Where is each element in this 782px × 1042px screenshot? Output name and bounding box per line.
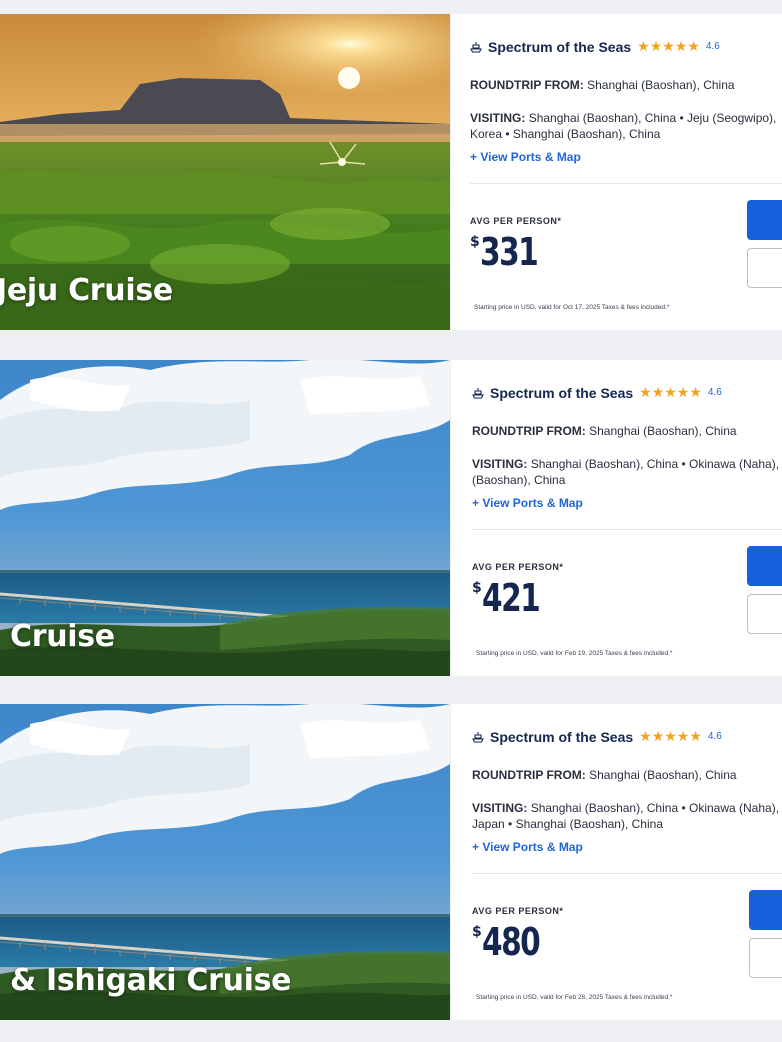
ship-name[interactable]: Spectrum of the Seas (490, 385, 633, 401)
price-currency: $ (470, 234, 480, 250)
cruise-title: Cruise (10, 619, 115, 654)
cruise-details-panel: Spectrum of the Seas ★★★★★ 4.6 ROUNDTRIP… (451, 14, 782, 330)
visiting-line-1: Shanghai (Baoshan), China • Okinawa (Nah… (530, 801, 780, 815)
price-currency: $ (472, 924, 482, 940)
price-fineprint: Starting price in USD, valid for Feb 19,… (476, 650, 673, 657)
price-amount: 421 (481, 576, 541, 620)
star-rating-icon: ★★★★★ (639, 384, 702, 400)
ship-icon (470, 41, 482, 53)
visiting-label: VISITING: (472, 801, 528, 815)
star-rating-icon: ★★★★★ (639, 728, 702, 744)
secondary-action-button[interactable] (747, 594, 782, 634)
price: $331 (470, 230, 553, 274)
roundtrip-info: ROUNDTRIP FROM: Shanghai (Baoshan), Chin… (472, 424, 737, 438)
visiting-info: VISITING: Shanghai (Baoshan), China • Je… (470, 110, 782, 142)
price-amount: 331 (479, 230, 539, 274)
price-fineprint: Starting price in USD, valid for Feb 28,… (476, 994, 673, 1001)
ship-icon (472, 387, 484, 399)
divider (472, 873, 782, 874)
roundtrip-value: Shanghai (Baoshan), China (587, 78, 735, 92)
avg-per-person-label: AVG PER PERSON* (472, 562, 564, 572)
price-currency: $ (472, 580, 482, 596)
visiting-info: VISITING: Shanghai (Baoshan), China • Ok… (472, 800, 782, 832)
visiting-line-2: Japan • Shanghai (Baoshan), China (472, 817, 663, 831)
cruise-title: Jeju Cruise (0, 273, 173, 308)
avg-per-person-label: AVG PER PERSON* (470, 216, 562, 226)
avg-per-person-label: AVG PER PERSON* (472, 906, 564, 916)
price-fineprint: Starting price in USD, valid for Oct 17,… (474, 304, 670, 311)
visiting-line-1: Shanghai (Baoshan), China • Jeju (Seogwi… (528, 111, 777, 125)
visiting-label: VISITING: (470, 111, 526, 125)
visiting-label: VISITING: (472, 457, 528, 471)
cruise-details-panel: Spectrum of the Seas ★★★★★ 4.6 ROUNDTRIP… (451, 360, 782, 676)
cruise-image[interactable]: & Ishigaki Cruise (0, 704, 450, 1020)
visiting-line-1: Shanghai (Baoshan), China • Okinawa (Nah… (530, 457, 780, 471)
ship-icon (472, 731, 484, 743)
ship-name[interactable]: Spectrum of the Seas (488, 39, 631, 55)
view-ports-map-link[interactable]: + View Ports & Map (472, 840, 583, 854)
roundtrip-value: Shanghai (Baoshan), China (589, 768, 737, 782)
ship-row: Spectrum of the Seas ★★★★★ 4.6 (472, 728, 722, 745)
divider (472, 529, 782, 530)
cruise-card[interactable]: & Ishigaki Cruise Spectrum of the Seas ★… (0, 704, 782, 1020)
cruise-image[interactable]: Cruise (0, 360, 450, 676)
ship-name[interactable]: Spectrum of the Seas (490, 729, 633, 745)
roundtrip-info: ROUNDTRIP FROM: Shanghai (Baoshan), Chin… (472, 768, 737, 782)
visiting-line-2: Korea • Shanghai (Baoshan), China (470, 127, 661, 141)
secondary-action-button[interactable] (749, 938, 782, 978)
cruise-card[interactable]: Jeju Cruise Spectrum of the Seas ★★★★★ 4… (0, 14, 782, 330)
roundtrip-label: ROUNDTRIP FROM: (472, 424, 586, 438)
ship-row: Spectrum of the Seas ★★★★★ 4.6 (470, 38, 720, 55)
price-amount: 480 (481, 920, 541, 964)
roundtrip-info: ROUNDTRIP FROM: Shanghai (Baoshan), Chin… (470, 78, 735, 92)
primary-action-button[interactable] (749, 890, 782, 930)
rating-value[interactable]: 4.6 (708, 387, 722, 398)
rating-value[interactable]: 4.6 (708, 731, 722, 742)
roundtrip-label: ROUNDTRIP FROM: (472, 768, 586, 782)
visiting-info: VISITING: Shanghai (Baoshan), China • Ok… (472, 456, 782, 488)
price: $421 (472, 576, 555, 620)
secondary-action-button[interactable] (747, 248, 782, 288)
cruise-title: & Ishigaki Cruise (10, 963, 292, 998)
visiting-line-2: (Baoshan), China (472, 473, 566, 487)
view-ports-map-link[interactable]: + View Ports & Map (472, 496, 583, 510)
roundtrip-label: ROUNDTRIP FROM: (470, 78, 584, 92)
cruise-image[interactable]: Jeju Cruise (0, 14, 450, 330)
primary-action-button[interactable] (747, 546, 782, 586)
cruise-card[interactable]: Cruise Spectrum of the Seas ★★★★★ 4.6 RO… (0, 360, 782, 676)
roundtrip-value: Shanghai (Baoshan), China (589, 424, 737, 438)
divider (470, 183, 782, 184)
price: $480 (472, 920, 555, 964)
primary-action-button[interactable] (747, 200, 782, 240)
cruise-details-panel: Spectrum of the Seas ★★★★★ 4.6 ROUNDTRIP… (451, 704, 782, 1020)
view-ports-map-link[interactable]: + View Ports & Map (470, 150, 581, 164)
rating-value[interactable]: 4.6 (706, 41, 720, 52)
star-rating-icon: ★★★★★ (637, 38, 700, 54)
ship-row: Spectrum of the Seas ★★★★★ 4.6 (472, 384, 722, 401)
